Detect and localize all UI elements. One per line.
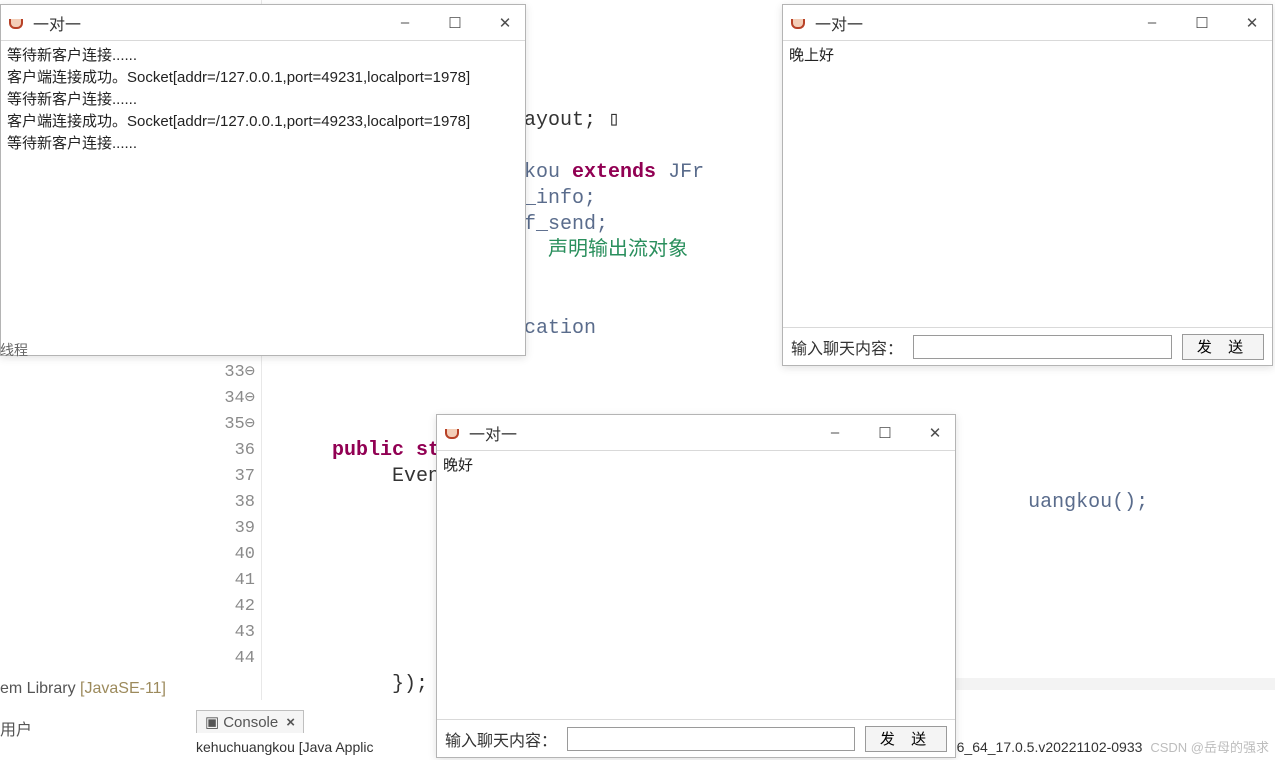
close-button[interactable]: ✕ <box>1238 14 1266 32</box>
close-icon[interactable]: × <box>286 714 295 731</box>
line-number: 36 <box>200 438 255 464</box>
server-window[interactable]: 一对一 – ☐ ✕ 等待新客户连接...... 客户端连接成功。Socket[a… <box>0 4 526 356</box>
package-explorer-fragment: em Library [JavaSE-11] 用户 <box>0 680 200 758</box>
java-icon <box>789 14 807 32</box>
send-button[interactable]: 发 送 <box>1182 334 1264 360</box>
maximize-button[interactable]: ☐ <box>441 14 469 32</box>
keyword-public: public <box>332 439 404 462</box>
console-process-label: kehuchuangkou [Java Applic <box>196 739 373 755</box>
title-bar[interactable]: 一对一 – ☐ ✕ <box>437 415 955 451</box>
keyword-extends: extends <box>572 161 656 184</box>
line-number: 44 <box>200 646 255 672</box>
chat-window-center[interactable]: 一对一 – ☐ ✕ 晚好 输入聊天内容： 发 送 <box>436 414 956 758</box>
line-number: 41 <box>200 568 255 594</box>
tree-node-user[interactable]: 用户 <box>0 716 200 740</box>
minimize-button[interactable]: – <box>391 14 419 32</box>
minimize-button[interactable]: – <box>1138 14 1166 32</box>
console-tab[interactable]: ▣ Console × <box>196 710 304 733</box>
line-number: 35⊖ <box>200 412 255 438</box>
send-button[interactable]: 发 送 <box>865 726 947 752</box>
chat-history-textarea[interactable]: 晚上好 <box>785 43 1270 325</box>
line-number: 42 <box>200 594 255 620</box>
chat-window-right[interactable]: 一对一 – ☐ ✕ 晚上好 输入聊天内容： 发 送 <box>782 4 1273 366</box>
console-icon: ▣ <box>205 713 219 731</box>
code-fragment: }); <box>392 673 428 696</box>
java-icon <box>443 424 461 442</box>
maximize-button[interactable]: ☐ <box>1188 14 1216 32</box>
title-bar[interactable]: 一对一 – ☐ ✕ <box>1 5 525 41</box>
line-number: 40 <box>200 542 255 568</box>
window-title: 一对一 <box>33 11 81 35</box>
line-number: 39 <box>200 516 255 542</box>
library-version: [JavaSE-11] <box>80 680 166 697</box>
code-fragment: uangkou(); <box>1028 491 1148 514</box>
maximize-button[interactable]: ☐ <box>871 424 899 442</box>
library-label: em Library <box>0 680 80 697</box>
server-log-textarea[interactable]: 等待新客户连接...... 客户端连接成功。Socket[addr=/127.0… <box>3 43 523 351</box>
chat-input-label: 输入聊天内容： <box>445 727 557 751</box>
window-title: 一对一 <box>469 421 517 445</box>
thread-label-fragment: 线程 <box>0 340 28 360</box>
chat-input[interactable] <box>567 727 855 751</box>
title-bar[interactable]: 一对一 – ☐ ✕ <box>783 5 1272 41</box>
line-number: 33⊖ <box>200 360 255 386</box>
watermark: CSDN @岳母的强求 <box>1150 737 1269 756</box>
console-tab-label: Console <box>223 714 278 731</box>
line-number: 34⊖ <box>200 386 255 412</box>
window-title: 一对一 <box>815 11 863 35</box>
chat-input[interactable] <box>913 335 1172 359</box>
line-number: 37 <box>200 464 255 490</box>
code-fragment: tf_send; <box>512 213 608 236</box>
line-number: 43 <box>200 620 255 646</box>
close-button[interactable]: ✕ <box>921 424 949 442</box>
minimize-button[interactable]: – <box>821 424 849 442</box>
code-fragment: JFr <box>656 161 704 184</box>
chat-history-textarea[interactable]: 晚好 <box>439 453 953 717</box>
java-icon <box>7 14 25 32</box>
line-number: 38 <box>200 490 255 516</box>
close-button[interactable]: ✕ <box>491 14 519 32</box>
chat-input-label: 输入聊天内容： <box>791 335 903 359</box>
